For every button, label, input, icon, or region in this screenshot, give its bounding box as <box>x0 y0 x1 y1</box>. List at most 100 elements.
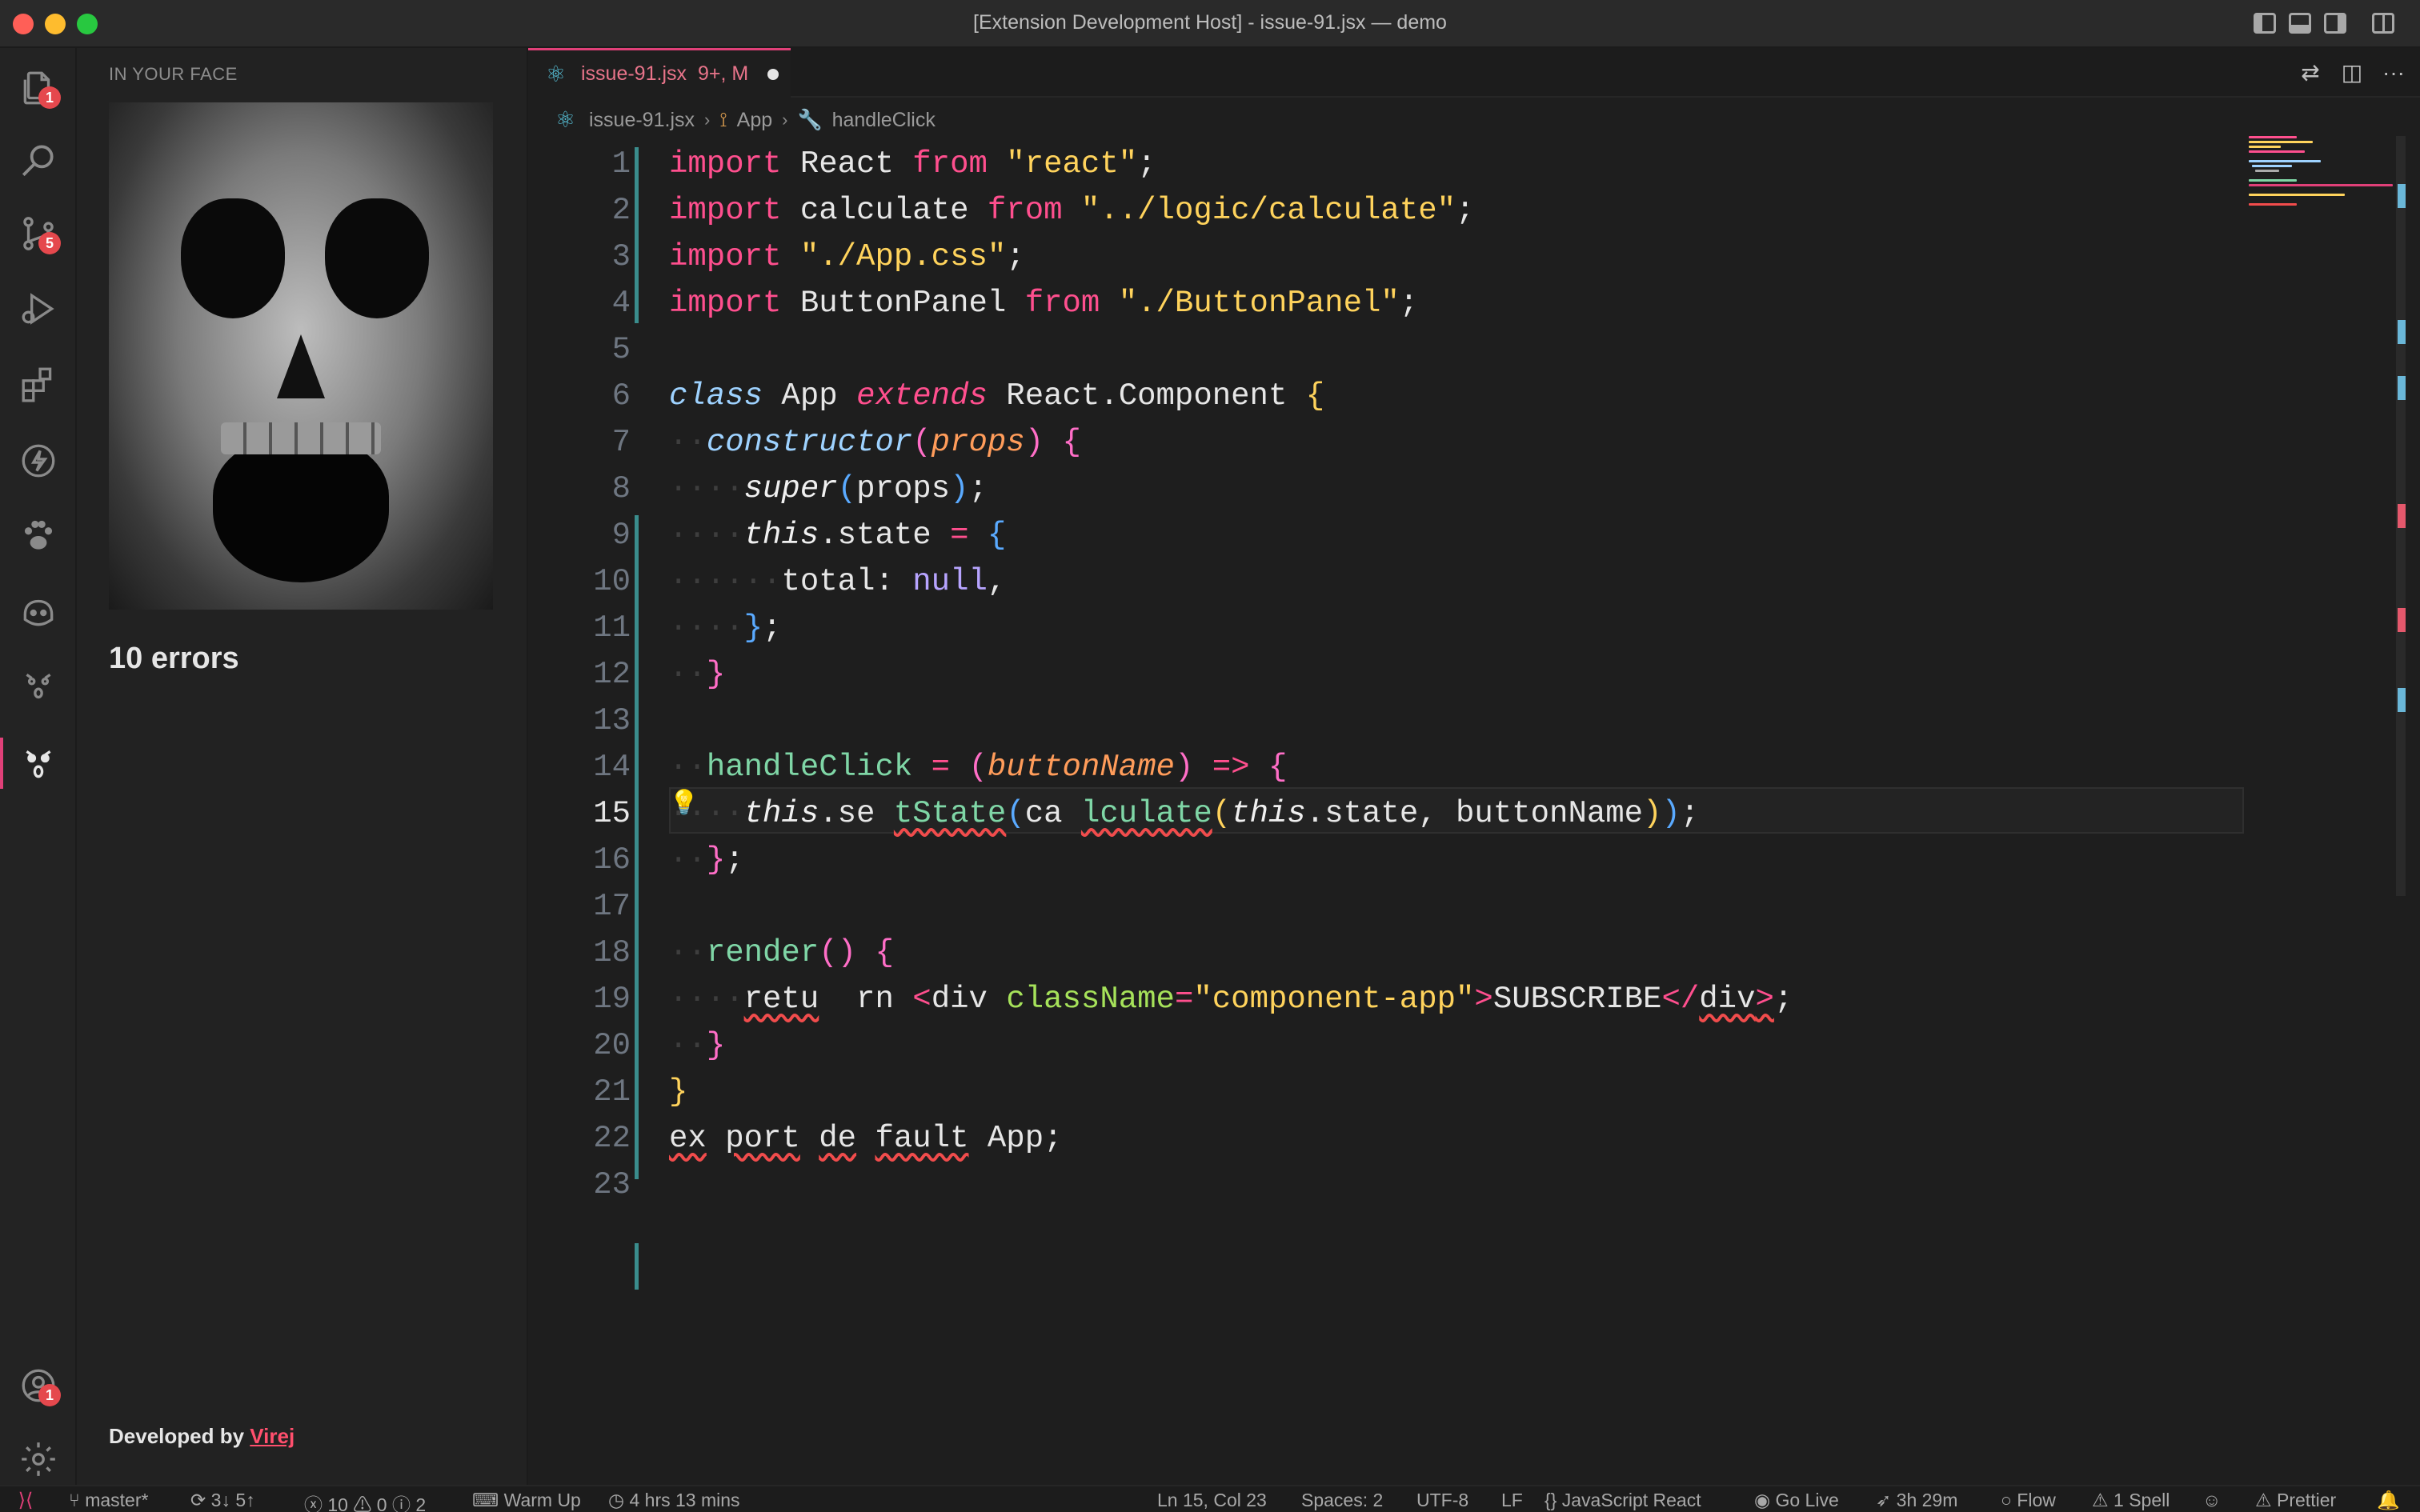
language-mode[interactable]: {} JavaScript React <box>1545 1490 1701 1511</box>
code-editor[interactable]: 💡 1 2 3 4 5 6 7 8 9 10 11 12 13 14 15 16 17 18 19 20 21 22 23 … <box>528 142 2420 1485</box>
skull-nose <box>277 334 325 398</box>
code-line-4: import ButtonPanel from "./ButtonPanel"; <box>669 286 1419 321</box>
language-label: JavaScript React <box>1561 1490 1701 1510</box>
sync-item[interactable]: ⟳ 3↓ 5↑ <box>190 1490 255 1511</box>
wrench-icon: 🔧 <box>797 108 823 131</box>
overview-marker <box>2398 376 2406 400</box>
developer-link[interactable]: Virej <box>250 1424 294 1448</box>
code-line-18: ··render() { <box>669 935 894 970</box>
breadcrumb-file[interactable]: issue-91.jsx <box>589 109 695 132</box>
line-number: 9 <box>611 518 631 553</box>
face-icon[interactable] <box>16 664 61 709</box>
breadcrumb-method[interactable]: handleClick <box>832 109 936 132</box>
spell-item[interactable]: ⚠ 1 Spell <box>2092 1490 2170 1511</box>
unsaved-dot-icon[interactable] <box>767 68 779 80</box>
info-icon: ⓘ <box>391 1494 416 1512</box>
line-number: 13 <box>593 703 631 738</box>
toggle-primary-sidebar-icon[interactable] <box>2254 13 2276 34</box>
circle-icon: ○ <box>2001 1490 2017 1510</box>
toggle-secondary-sidebar-icon[interactable] <box>2324 13 2346 34</box>
overview-marker <box>2398 504 2406 528</box>
chevron-right-icon: › <box>704 110 711 130</box>
paw-icon[interactable] <box>16 514 61 558</box>
line-number: 18 <box>593 935 631 970</box>
sync-counts: 3↓ 5↑ <box>210 1490 255 1510</box>
line-number: 21 <box>593 1074 631 1110</box>
encoding[interactable]: UTF-8 <box>1416 1490 1468 1511</box>
chevron-right-icon: › <box>782 110 788 130</box>
line-number: 19 <box>593 982 631 1017</box>
line-number: 5 <box>611 332 631 367</box>
more-actions-icon[interactable]: ··· <box>2382 61 2406 85</box>
warm-up-item[interactable]: ⌨ Warm Up <box>472 1490 581 1511</box>
customize-layout-icon[interactable] <box>2372 13 2394 34</box>
code-line-1: import React from "react"; <box>669 146 1156 182</box>
search-icon[interactable] <box>16 138 61 182</box>
problems-item[interactable]: ⓧ 10 ⚠ 0 ⓘ 2 <box>304 1490 426 1512</box>
in-your-face-icon[interactable] <box>0 738 61 789</box>
lightning-icon[interactable] <box>16 438 61 483</box>
accounts-icon[interactable]: 1 <box>16 1363 61 1408</box>
explorer-badge: 1 <box>38 86 61 109</box>
flow-label: Flow <box>2017 1490 2056 1510</box>
extensions-icon[interactable] <box>16 362 61 406</box>
run-debug-icon[interactable] <box>16 286 61 331</box>
skull-image <box>109 102 493 610</box>
code-line-9: ····this.state = { <box>669 518 1007 553</box>
toggle-panel-icon[interactable] <box>2289 13 2311 34</box>
branch-name: master* <box>85 1490 149 1510</box>
error-icon: ⓧ <box>304 1494 328 1512</box>
line-number: 12 <box>593 657 631 692</box>
cursor-position[interactable]: Ln 15, Col 23 <box>1157 1490 1267 1511</box>
session-time-item[interactable]: ➶ 3h 29m <box>1876 1490 1957 1511</box>
time-tracked-item[interactable]: ◷ 4 hrs 13 mins <box>608 1490 740 1511</box>
tab-issue-91[interactable]: ⚛ issue-91.jsx 9+, M <box>528 48 791 98</box>
indentation[interactable]: Spaces: 2 <box>1301 1490 1383 1511</box>
code-line-14: ··handleClick = (buttonName) => { <box>669 750 1288 785</box>
breadcrumb-class[interactable]: App <box>737 109 772 132</box>
history-icon: ◷ <box>608 1490 630 1510</box>
code-line-19: ····retu rn <div className="component-ap… <box>669 982 1793 1017</box>
accounts-badge: 1 <box>38 1384 61 1406</box>
explorer-icon[interactable]: 1 <box>16 66 61 110</box>
session-time-label: 3h 29m <box>1896 1490 1958 1510</box>
overview-marker <box>2398 184 2406 208</box>
minimap[interactable] <box>2249 136 2393 208</box>
line-number: 7 <box>611 425 631 460</box>
time-tracked-label: 4 hrs 13 mins <box>629 1490 740 1510</box>
line-number: 8 <box>611 471 631 506</box>
code-line-8: ····super(props); <box>669 471 988 506</box>
line-number: 1 <box>611 146 631 182</box>
code-line-10: ······total: null, <box>669 564 1007 599</box>
keyboard-icon: ⌨ <box>472 1490 504 1510</box>
sync-icon: ⟳ <box>190 1490 211 1510</box>
go-live-label: Go Live <box>1775 1490 1839 1510</box>
split-editor-icon[interactable]: ◫ <box>2340 61 2364 85</box>
git-change-marker <box>635 1243 639 1290</box>
warm-up-label: Warm Up <box>503 1490 581 1510</box>
line-number: 15 <box>593 796 631 831</box>
overview-marker <box>2398 688 2406 712</box>
settings-gear-icon[interactable] <box>16 1437 61 1482</box>
code-line-21: } <box>669 1074 688 1110</box>
code-line-2: import calculate from "../logic/calculat… <box>669 193 1475 228</box>
end-of-line[interactable]: LF <box>1501 1490 1523 1511</box>
skull-left-eye <box>181 198 285 318</box>
prettier-label: Prettier <box>2277 1490 2337 1510</box>
prettier-item[interactable]: ⚠ Prettier <box>2255 1490 2336 1511</box>
open-changes-icon[interactable]: ⇄ <box>2298 61 2322 85</box>
copilot-icon[interactable] <box>16 589 61 634</box>
remote-icon[interactable]: ⟩⟨ <box>0 1486 51 1512</box>
code-line-7: ··constructor(props) { <box>669 425 1081 460</box>
go-live-item[interactable]: ◉ Go Live <box>1754 1490 1839 1511</box>
warning-triangle-icon: ⚠ <box>2092 1490 2114 1510</box>
class-icon: ⟟ <box>719 108 727 131</box>
line-number: 4 <box>611 286 631 321</box>
source-control-icon[interactable]: 5 <box>16 211 61 256</box>
flow-item[interactable]: ○ Flow <box>2001 1490 2056 1511</box>
notifications-bell-icon[interactable]: 🔔 <box>2377 1490 2400 1511</box>
copilot-status-icon[interactable]: ☺ <box>2202 1490 2221 1511</box>
title-bar: [Extension Development Host] - issue-91.… <box>0 0 2420 48</box>
line-number: 22 <box>593 1121 631 1156</box>
branch-item[interactable]: ⑂ master* <box>69 1490 148 1511</box>
